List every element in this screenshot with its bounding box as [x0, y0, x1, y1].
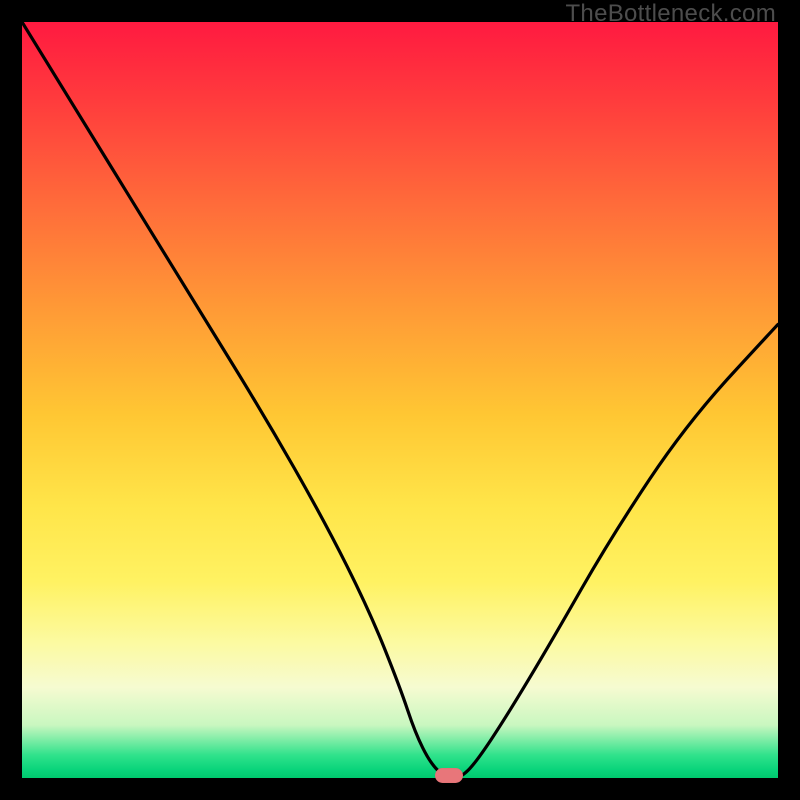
- bottleneck-curve-path: [22, 22, 778, 778]
- optimum-marker: [435, 768, 463, 783]
- bottleneck-curve-svg: [22, 22, 778, 778]
- chart-frame: TheBottleneck.com: [0, 0, 800, 800]
- plot-area: [22, 22, 778, 778]
